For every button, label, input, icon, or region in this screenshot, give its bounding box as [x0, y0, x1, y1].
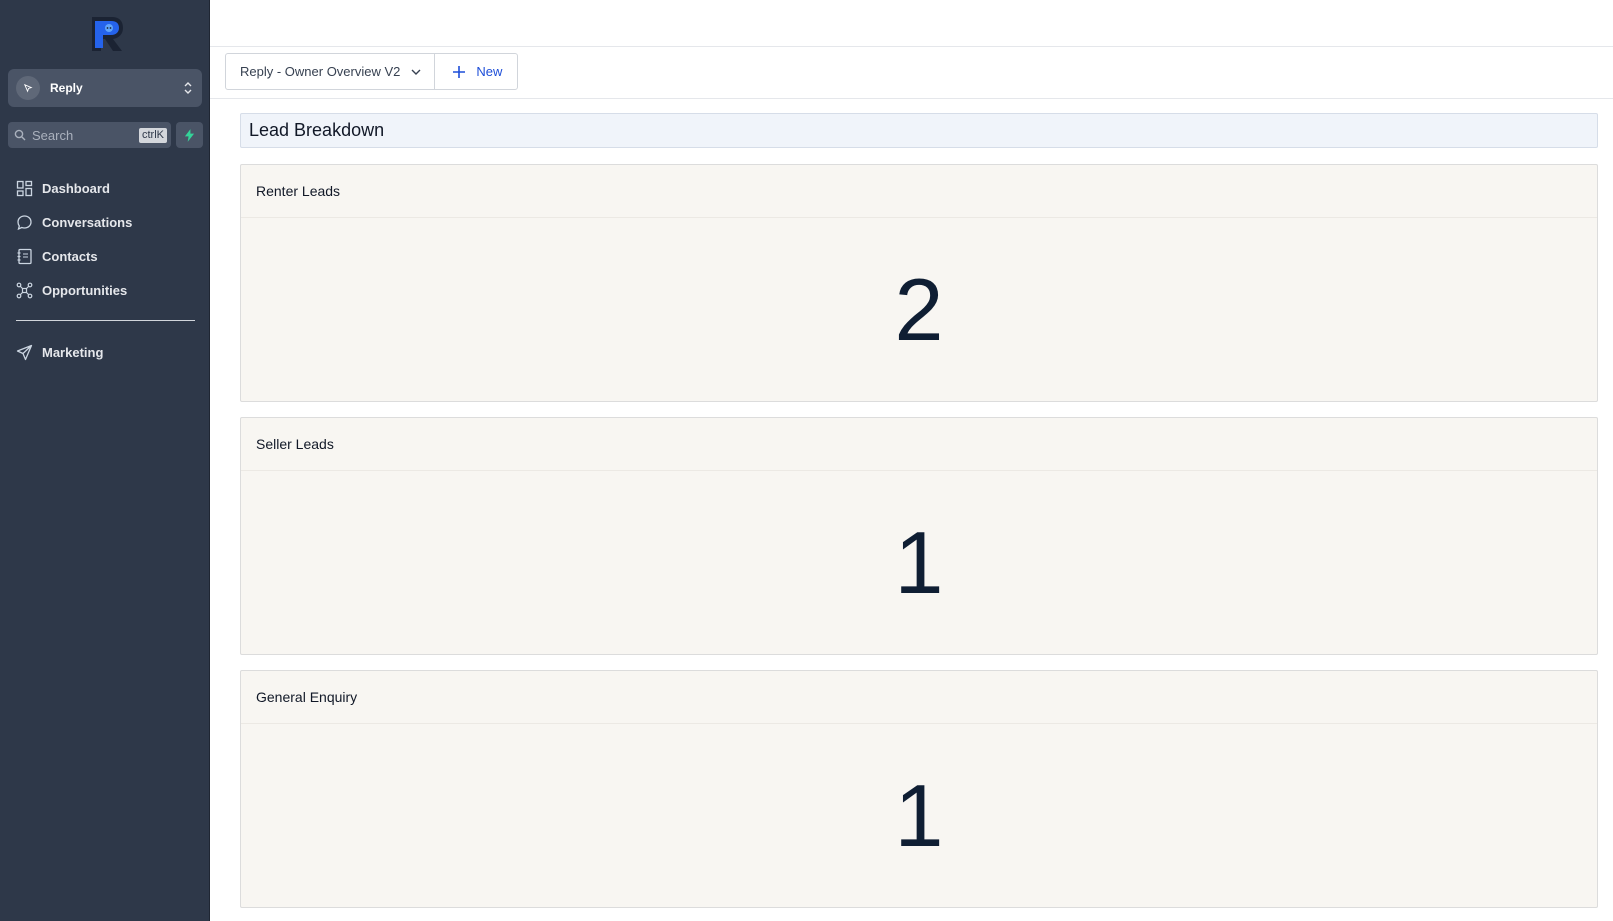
dashboard-select[interactable]: Reply - Owner Overview V2: [226, 54, 436, 89]
search-shortcut-badge: ctrlK: [139, 127, 167, 143]
account-name: Reply: [50, 81, 83, 95]
widget-card-general-enquiry: General Enquiry 1: [240, 670, 1598, 908]
plus-icon: [453, 65, 466, 78]
sidebar: Reply Search ctrlK Dashboard Conversatio…: [0, 0, 210, 921]
section-title: Lead Breakdown: [240, 113, 1598, 148]
sidebar-item-label: Marketing: [42, 344, 104, 360]
widget-value: 1: [894, 512, 944, 612]
top-header: [210, 0, 1613, 47]
sidebar-item-opportunities[interactable]: Opportunities: [0, 273, 210, 307]
chevron-down-icon: [411, 69, 421, 75]
new-dashboard-button[interactable]: New: [435, 54, 517, 89]
sidebar-divider: [16, 320, 195, 321]
app-logo[interactable]: [86, 14, 126, 54]
search-input[interactable]: Search ctrlK: [8, 122, 171, 148]
chat-bubble-icon: [17, 214, 32, 230]
sidebar-item-dashboard[interactable]: Dashboard: [0, 171, 210, 205]
sidebar-item-conversations[interactable]: Conversations: [0, 205, 210, 239]
new-button-label: New: [476, 64, 503, 79]
search-icon: [14, 129, 26, 141]
widget-card-renter-leads: Renter Leads 2: [240, 164, 1598, 402]
sidebar-nav: Dashboard Conversations Contacts Opportu…: [0, 171, 210, 307]
widget-value: 1: [894, 765, 944, 865]
sidebar-item-label: Contacts: [42, 248, 98, 264]
sidebar-item-label: Opportunities: [42, 282, 128, 298]
lightning-icon: [184, 128, 195, 142]
sidebar-item-label: Dashboard: [42, 180, 110, 196]
grid-icon: [16, 180, 33, 196]
address-book-icon: [17, 248, 32, 264]
dashboard-button-group: Reply - Owner Overview V2 New: [225, 53, 519, 90]
sidebar-nav-secondary: Marketing: [0, 335, 210, 369]
search-placeholder: Search: [32, 127, 74, 143]
send-icon: [16, 344, 33, 360]
account-switcher[interactable]: Reply: [8, 69, 202, 107]
sidebar-item-marketing[interactable]: Marketing: [0, 335, 210, 369]
dashboard-content: Lead Breakdown Renter Leads 2 Seller Lea…: [210, 99, 1613, 921]
account-avatar: [16, 76, 40, 100]
widget-title: Renter Leads: [241, 165, 1597, 218]
dashboard-toolbar: Reply - Owner Overview V2 New: [210, 47, 1613, 99]
widget-card-seller-leads: Seller Leads 1: [240, 417, 1598, 655]
sidebar-item-label: Conversations: [42, 214, 133, 230]
cursor-icon: [23, 83, 33, 93]
quick-actions-button[interactable]: [176, 122, 203, 148]
network-icon: [16, 282, 33, 298]
sidebar-item-contacts[interactable]: Contacts: [0, 239, 210, 273]
dashboard-select-value: Reply - Owner Overview V2: [240, 64, 401, 79]
widget-value: 2: [894, 259, 944, 359]
chevron-up-down-icon: [184, 82, 192, 94]
widget-title: Seller Leads: [241, 418, 1597, 471]
widget-title: General Enquiry: [241, 671, 1597, 724]
